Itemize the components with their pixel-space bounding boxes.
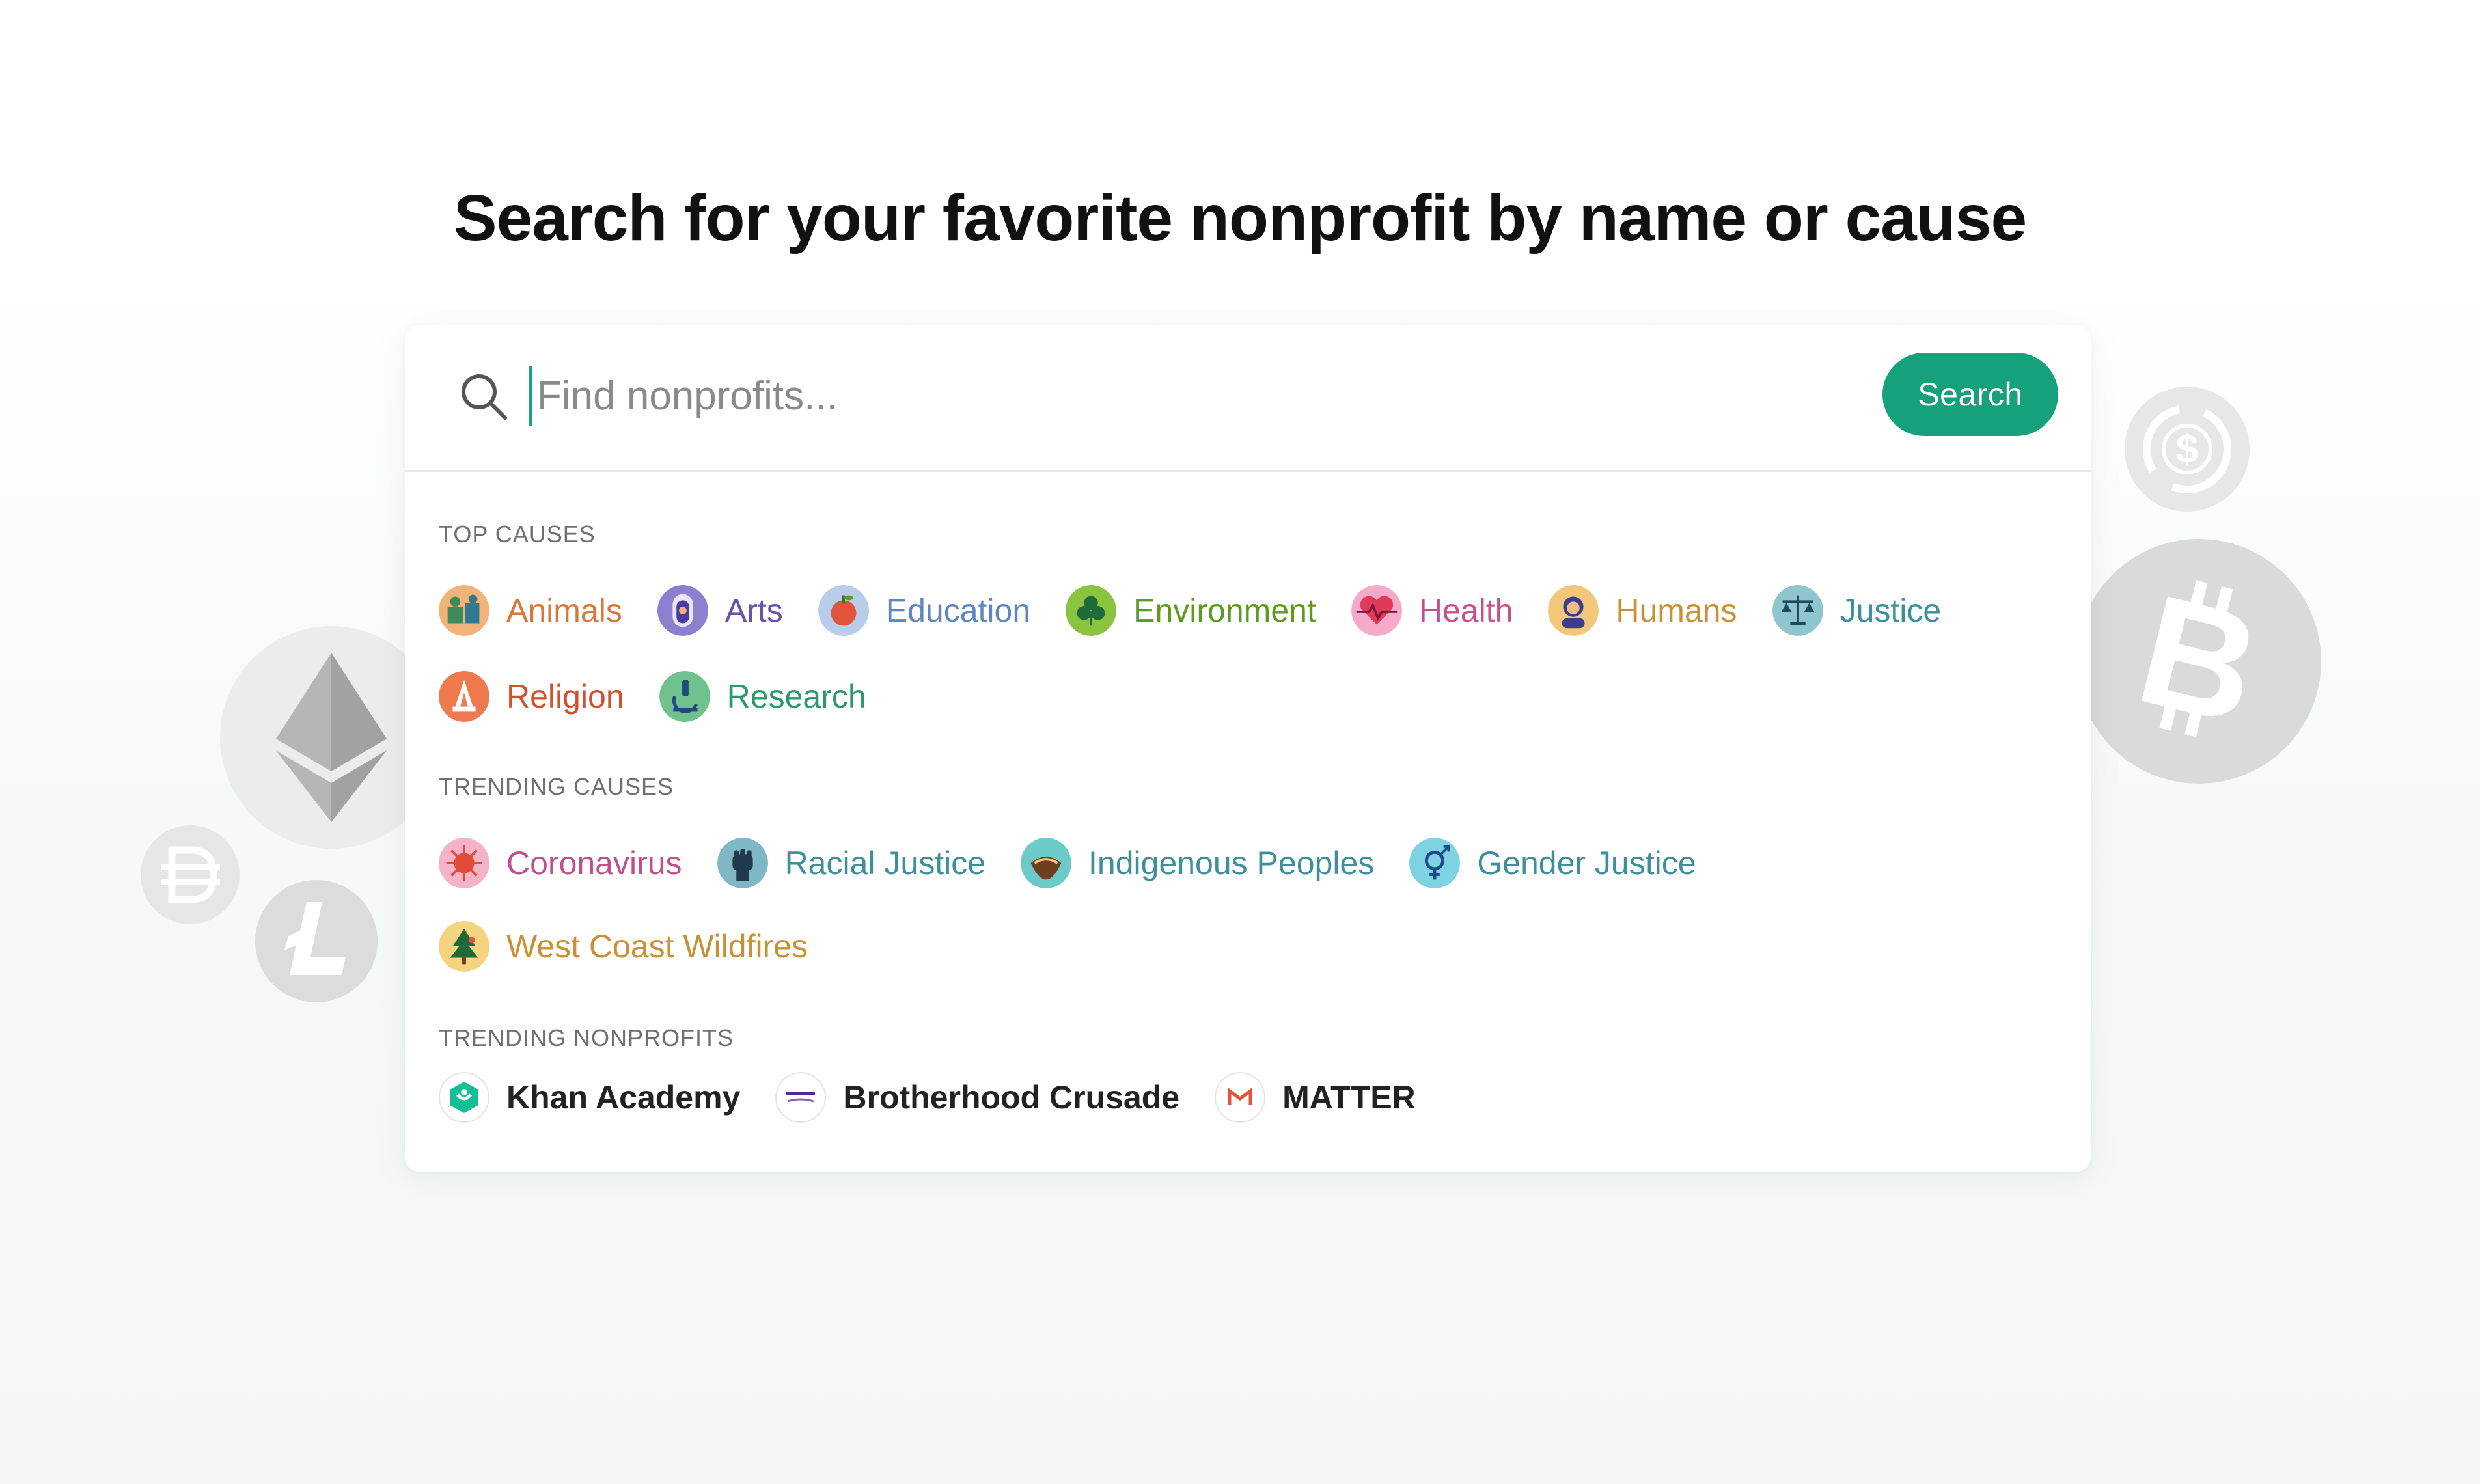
nonprofit-matter[interactable]: MATTER <box>1215 1072 1416 1123</box>
cause-arts[interactable]: Arts <box>657 585 783 636</box>
page-title: Search for your favorite nonprofit by na… <box>453 182 2027 254</box>
cause-health[interactable]: Health <box>1351 585 1513 636</box>
cause-religion[interactable]: Religion <box>439 671 624 722</box>
top-causes-heading: TOP CAUSES <box>439 521 596 547</box>
justice-icon <box>1772 585 1823 636</box>
cause-label: Arts <box>724 592 783 629</box>
cause-racial-justice[interactable]: Racial Justice <box>717 838 985 888</box>
racial-justice-icon <box>717 838 768 888</box>
search-bar: Search <box>405 325 2091 472</box>
trending-nonprofits-row: Khan Academy Brotherhood Crusade MATTER <box>439 1070 1451 1125</box>
search-card: Search TOP CAUSES Animals Arts <box>405 325 2091 1172</box>
nonprofit-label: Brotherhood Crusade <box>843 1079 1180 1116</box>
brotherhood-crusade-logo <box>775 1072 827 1123</box>
cause-label: Indigenous Peoples <box>1088 845 1375 881</box>
cause-label: West Coast Wildfires <box>506 928 808 965</box>
dai-coin-icon <box>141 825 240 924</box>
cause-label: Research <box>726 678 866 715</box>
cause-label: Environment <box>1133 592 1316 629</box>
environment-icon <box>1066 585 1117 636</box>
research-icon <box>659 671 710 722</box>
cause-coronavirus[interactable]: Coronavirus <box>439 838 682 888</box>
cause-justice[interactable]: Justice <box>1772 585 1942 636</box>
cause-research[interactable]: Research <box>659 671 866 722</box>
svg-text:$: $ <box>2176 427 2198 472</box>
animals-icon <box>439 585 489 636</box>
top-causes-row-1: Animals Arts Education Environment Healt… <box>439 583 1976 638</box>
cause-environment[interactable]: Environment <box>1066 585 1316 636</box>
cause-humans[interactable]: Humans <box>1548 585 1737 636</box>
cause-label: Justice <box>1839 592 1942 629</box>
cause-education[interactable]: Education <box>818 585 1030 636</box>
indigenous-peoples-icon <box>1021 838 1072 888</box>
cause-animals[interactable]: Animals <box>439 585 622 636</box>
cause-label: Coronavirus <box>506 845 682 881</box>
khan-academy-logo <box>439 1072 489 1123</box>
cause-label: Gender Justice <box>1477 845 1696 881</box>
humans-icon <box>1548 585 1599 636</box>
cause-west-coast-wildfires[interactable]: West Coast Wildfires <box>439 921 808 972</box>
cause-label: Religion <box>506 678 624 715</box>
religion-icon <box>439 671 489 722</box>
health-icon <box>1351 585 1402 636</box>
education-icon <box>818 585 869 636</box>
cause-indigenous-peoples[interactable]: Indigenous Peoples <box>1021 838 1374 888</box>
cause-label: Education <box>885 592 1031 629</box>
coronavirus-icon <box>439 838 489 888</box>
search-button[interactable]: Search <box>1882 353 2058 436</box>
nonprofit-brotherhood-crusade[interactable]: Brotherhood Crusade <box>775 1072 1179 1123</box>
cause-label: Animals <box>506 592 622 629</box>
arts-icon <box>657 585 708 636</box>
bitcoin-coin-icon: B <box>2076 539 2321 784</box>
gender-justice-icon <box>1409 838 1461 888</box>
trending-nonprofits-heading: TRENDING NONPROFITS <box>439 1024 734 1051</box>
cause-label: Humans <box>1616 592 1737 629</box>
matter-logo <box>1215 1072 1266 1123</box>
nonprofit-khan-academy[interactable]: Khan Academy <box>439 1072 740 1123</box>
nonprofit-label: MATTER <box>1282 1079 1416 1116</box>
search-input[interactable] <box>529 366 1774 426</box>
trending-causes-heading: TRENDING CAUSES <box>439 773 674 800</box>
search-icon <box>462 374 507 420</box>
top-causes-row-2: Religion Research <box>439 669 902 724</box>
cause-gender-justice[interactable]: Gender Justice <box>1409 838 1696 888</box>
nonprofit-label: Khan Academy <box>506 1079 741 1116</box>
cause-label: Health <box>1418 592 1513 629</box>
usdc-coin-icon: $ <box>2125 387 2250 512</box>
west-coast-wildfires-icon <box>439 921 489 972</box>
trending-causes-row-2: West Coast Wildfires <box>439 919 843 974</box>
trending-causes-row-1: Coronavirus Racial Justice Indigenous Pe… <box>439 836 1731 890</box>
litecoin-coin-icon <box>255 880 378 1002</box>
cause-label: Racial Justice <box>784 845 986 881</box>
